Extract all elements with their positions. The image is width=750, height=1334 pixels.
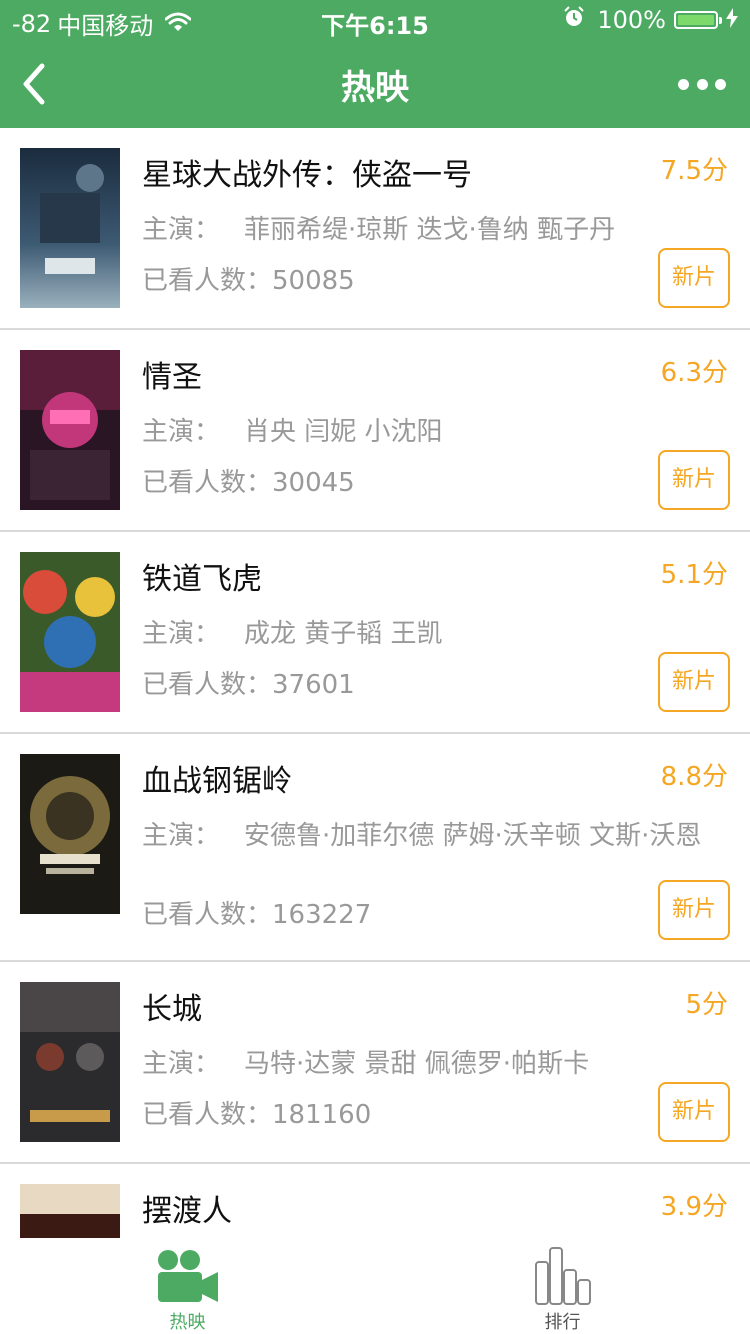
movie-poster bbox=[20, 148, 120, 308]
movie-list-item[interactable]: 摆渡人 3.9分 bbox=[0, 1164, 750, 1238]
movie-watched: 已看人数：163227 bbox=[142, 894, 371, 931]
more-dot-icon bbox=[678, 78, 689, 90]
watched-label: 已看人数： bbox=[142, 266, 273, 296]
movie-cast: 主演： 安德鲁·加菲尔德 萨姆·沃辛顿 文斯·沃恩 bbox=[142, 816, 722, 856]
charging-icon bbox=[726, 6, 738, 34]
new-release-badge: 新片 bbox=[658, 450, 730, 510]
cast-names: 肖央 闫妮 小沈阳 bbox=[244, 417, 443, 447]
movie-list-item[interactable]: 铁道飞虎 5.1分 主演： 成龙 黄子韬 王凯 已看人数：37601 新片 bbox=[0, 532, 750, 734]
cast-names: 成龙 黄子韬 王凯 bbox=[244, 619, 443, 649]
tab-ranking[interactable]: 排行 bbox=[375, 1238, 750, 1334]
cast-label: 主演： bbox=[142, 619, 221, 649]
movie-cast: 主演： 马特·达蒙 景甜 佩德罗·帕斯卡 bbox=[142, 1044, 722, 1084]
movie-poster bbox=[20, 552, 120, 712]
movie-list-item[interactable]: 情圣 6.3分 主演： 肖央 闫妮 小沈阳 已看人数：30045 新片 bbox=[0, 330, 750, 532]
watched-label: 已看人数： bbox=[142, 670, 273, 700]
movie-title: 情圣 bbox=[142, 360, 202, 395]
movie-score: 5分 bbox=[685, 990, 728, 1020]
watched-count: 181160 bbox=[272, 1100, 372, 1130]
cast-label: 主演： bbox=[142, 821, 221, 851]
movie-poster bbox=[20, 754, 120, 914]
new-release-badge: 新片 bbox=[658, 880, 730, 940]
tab-bar: 热映 排行 bbox=[0, 1238, 750, 1334]
movie-watched: 已看人数：30045 bbox=[142, 462, 355, 499]
cast-label: 主演： bbox=[142, 1049, 221, 1079]
watched-count: 30045 bbox=[272, 468, 355, 498]
tab-now-playing[interactable]: 热映 bbox=[0, 1238, 375, 1334]
movie-cast: 主演： 肖央 闫妮 小沈阳 bbox=[142, 412, 722, 452]
movie-poster bbox=[20, 350, 120, 510]
cast-names: 马特·达蒙 景甜 佩德罗·帕斯卡 bbox=[244, 1049, 590, 1079]
tab-label: 排行 bbox=[544, 1312, 581, 1333]
cast-names: 安德鲁·加菲尔德 萨姆·沃辛顿 文斯·沃恩 bbox=[244, 821, 702, 851]
more-options-button[interactable] bbox=[678, 72, 726, 96]
header: -82 中国移动 下午6:15 100% 热映 bbox=[0, 0, 750, 128]
new-release-badge: 新片 bbox=[658, 1082, 730, 1142]
movie-score: 7.5分 bbox=[660, 156, 728, 186]
movie-watched: 已看人数：37601 bbox=[142, 664, 355, 701]
new-release-badge: 新片 bbox=[658, 248, 730, 308]
alarm-icon bbox=[563, 6, 585, 34]
watched-label: 已看人数： bbox=[142, 1100, 273, 1130]
movie-score: 5.1分 bbox=[660, 560, 728, 590]
movie-cast: 主演： 菲丽希缇·琼斯 迭戈·鲁纳 甄子丹 bbox=[142, 210, 722, 250]
movie-watched: 已看人数：50085 bbox=[142, 260, 355, 297]
movie-cast: 主演： 成龙 黄子韬 王凯 bbox=[142, 614, 722, 654]
status-bar: -82 中国移动 下午6:15 100% bbox=[0, 0, 750, 40]
watched-count: 37601 bbox=[272, 670, 355, 700]
movie-list: 星球大战外传：侠盗一号 7.5分 主演： 菲丽希缇·琼斯 迭戈·鲁纳 甄子丹 已看… bbox=[0, 128, 750, 1238]
watched-label: 已看人数： bbox=[142, 468, 273, 498]
movie-poster bbox=[20, 982, 120, 1142]
movie-title: 长城 bbox=[142, 992, 202, 1027]
movie-title: 血战钢锯岭 bbox=[142, 764, 292, 799]
cast-label: 主演： bbox=[142, 417, 221, 447]
new-release-badge: 新片 bbox=[658, 652, 730, 712]
battery-percentage: 100% bbox=[597, 6, 666, 34]
watched-label: 已看人数： bbox=[142, 900, 273, 930]
more-dot-icon bbox=[696, 78, 708, 90]
movie-list-item[interactable]: 星球大战外传：侠盗一号 7.5分 主演： 菲丽希缇·琼斯 迭戈·鲁纳 甄子丹 已看… bbox=[0, 128, 750, 330]
bar-chart-icon bbox=[375, 1246, 750, 1306]
movie-list-item[interactable]: 血战钢锯岭 8.8分 主演： 安德鲁·加菲尔德 萨姆·沃辛顿 文斯·沃恩 已看人数… bbox=[0, 734, 750, 962]
video-camera-icon bbox=[0, 1246, 375, 1306]
movie-title: 铁道飞虎 bbox=[142, 562, 262, 597]
movie-title: 星球大战外传：侠盗一号 bbox=[142, 158, 472, 193]
movie-list-item[interactable]: 长城 5分 主演： 马特·达蒙 景甜 佩德罗·帕斯卡 已看人数：181160 新片 bbox=[0, 962, 750, 1164]
cast-names: 菲丽希缇·琼斯 迭戈·鲁纳 甄子丹 bbox=[244, 215, 616, 245]
movie-score: 6.3分 bbox=[660, 358, 728, 388]
more-dot-icon bbox=[715, 78, 726, 90]
watched-count: 163227 bbox=[272, 900, 372, 930]
watched-count: 50085 bbox=[272, 266, 355, 296]
cast-label: 主演： bbox=[142, 215, 221, 245]
tab-label: 热映 bbox=[169, 1312, 206, 1333]
movie-title: 摆渡人 bbox=[142, 1194, 232, 1229]
navigation-bar: 热映 bbox=[0, 40, 750, 128]
page-title: 热映 bbox=[341, 68, 409, 108]
movie-score: 8.8分 bbox=[660, 762, 728, 792]
movie-watched: 已看人数：181160 bbox=[142, 1094, 371, 1131]
movie-poster bbox=[20, 1184, 120, 1238]
battery-icon bbox=[674, 11, 722, 29]
movie-score: 3.9分 bbox=[660, 1192, 728, 1222]
